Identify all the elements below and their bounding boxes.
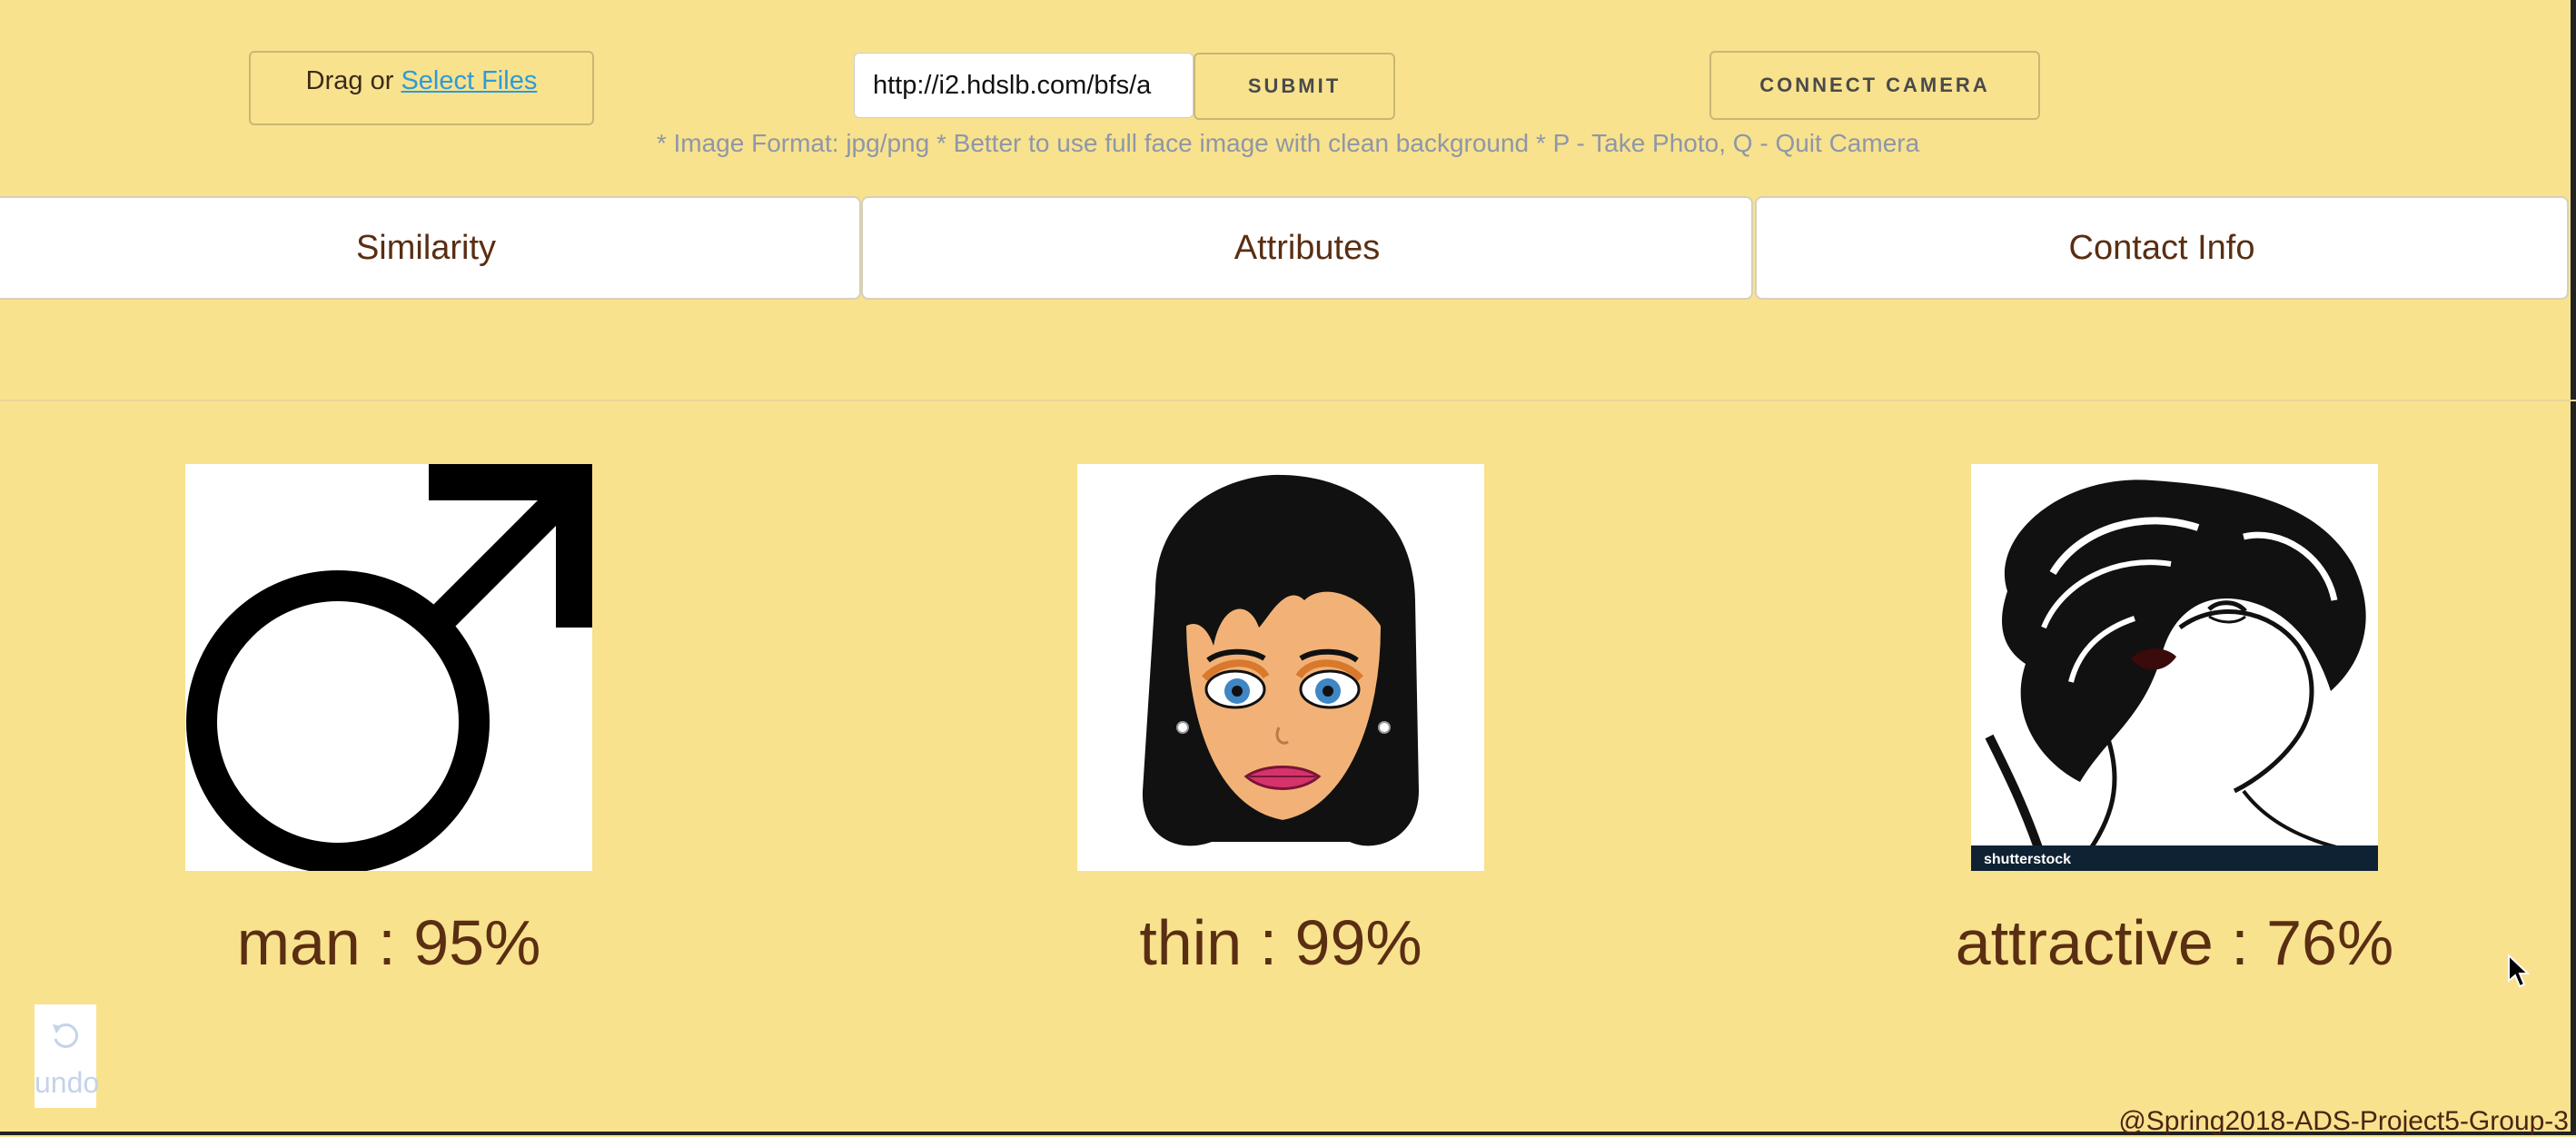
undo-button[interactable]: undo [35, 1004, 100, 1108]
attribute-label-attractive: attractive : 76% [1955, 907, 2394, 978]
footer-credit: @Spring2018-ADS-Project5-Group-3 [2118, 1106, 2569, 1136]
mouse-cursor-icon [2508, 954, 2531, 988]
watermark-text: shutterstock [1984, 852, 2071, 867]
window-edge-right [2571, 0, 2576, 1135]
illustrated-woman-portrait-icon: shutterstock [1971, 464, 2378, 871]
tab-contact-info[interactable]: Contact Info [1755, 196, 2569, 300]
file-dropzone[interactable]: Drag or Select Files [249, 51, 594, 125]
result-image-man [185, 464, 592, 871]
tab-attributes[interactable]: Attributes [861, 196, 1753, 300]
attribute-label-thin: thin : 99% [1139, 907, 1422, 978]
connect-camera-button[interactable]: CONNECT CAMERA [1709, 51, 2040, 120]
male-symbol-icon [186, 464, 592, 871]
undo-icon [53, 1023, 78, 1048]
attribute-label-man: man : 95% [236, 907, 541, 978]
select-files-link[interactable]: Select Files [401, 66, 537, 95]
submit-button[interactable]: SUBMIT [1194, 53, 1395, 120]
tab-similarity[interactable]: Similarity [0, 196, 861, 300]
drag-text: Drag or [305, 66, 394, 95]
image-url-input[interactable] [854, 53, 1194, 118]
format-hint: * Image Format: jpg/png * Better to use … [656, 129, 1920, 157]
section-divider [0, 400, 2576, 401]
result-image-attractive: shutterstock [1971, 464, 2378, 871]
undo-label: undo [35, 1066, 100, 1099]
result-image-thin [1077, 464, 1484, 871]
cartoon-woman-face-icon [1142, 474, 1419, 846]
